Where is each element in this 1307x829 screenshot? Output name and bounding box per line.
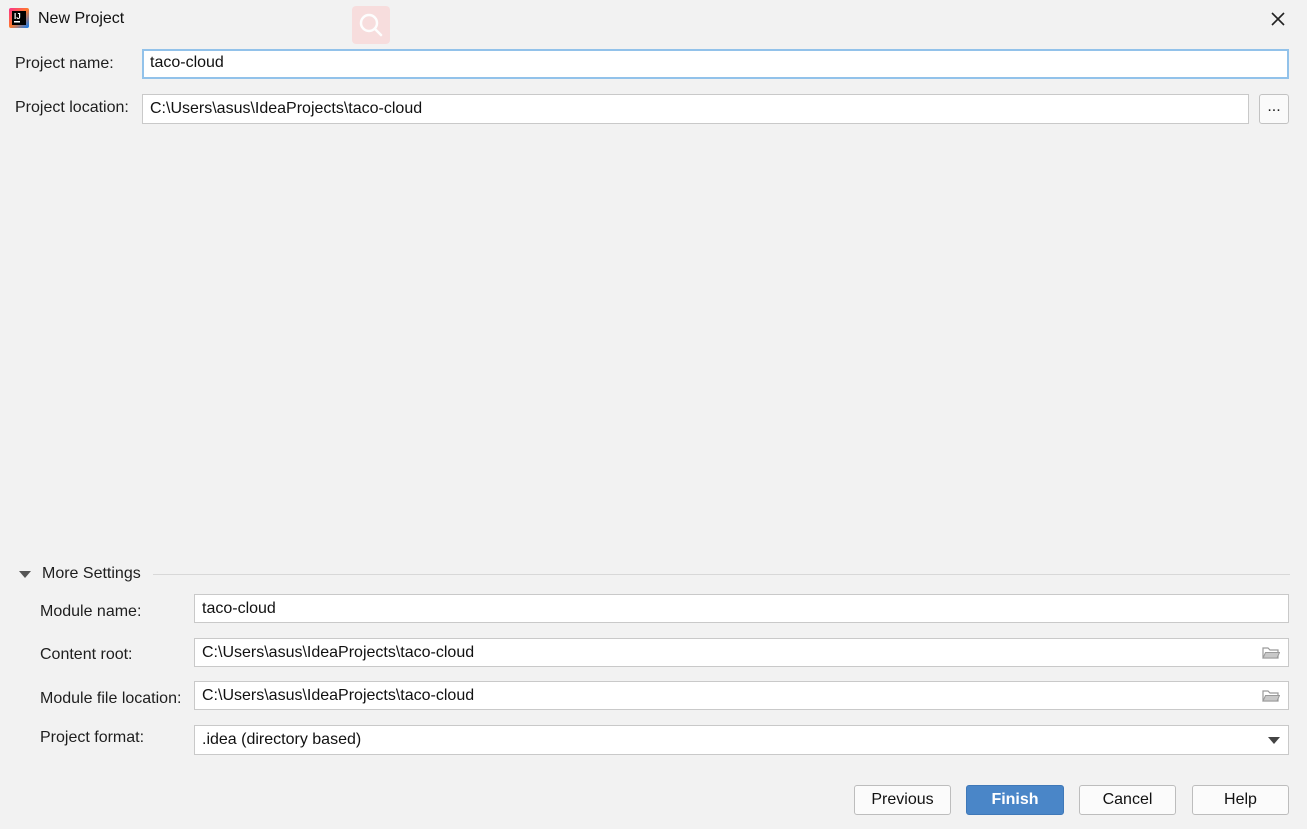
more-settings-header: More Settings [18,563,1290,585]
module-name-input[interactable]: taco-cloud [194,594,1289,623]
help-button[interactable]: Help [1192,785,1289,815]
separator-line [153,574,1290,575]
folder-icon[interactable] [1262,646,1280,660]
expand-arrow-icon [19,570,31,578]
more-settings-label: More Settings [42,565,141,582]
svg-text:IJ: IJ [14,12,21,21]
window-title: New Project [38,10,125,27]
intellij-idea-icon: IJ [9,8,29,28]
search-overlay-icon[interactable] [352,6,390,44]
previous-button[interactable]: Previous [854,785,951,815]
project-format-select[interactable]: .idea (directory based) [194,725,1289,755]
project-location-label: Project location: [15,99,129,116]
folder-icon[interactable] [1262,689,1280,703]
close-button[interactable] [1264,6,1292,32]
project-location-input[interactable]: C:\Users\asus\IdeaProjects\taco-cloud [142,94,1249,124]
cancel-button[interactable]: Cancel [1079,785,1176,815]
project-name-label: Project name: [15,55,114,72]
project-format-label: Project format: [40,729,145,746]
module-name-label: Module name: [40,603,142,620]
more-settings-toggle[interactable]: More Settings [18,563,141,585]
module-file-location-input[interactable]: C:\Users\asus\IdeaProjects\taco-cloud [194,681,1289,710]
content-root-value: C:\Users\asus\IdeaProjects\taco-cloud [202,644,475,661]
finish-button[interactable]: Finish [966,785,1064,815]
module-file-location-label: Module file location: [40,690,182,707]
dropdown-arrow-icon [1268,737,1280,744]
content-root-input[interactable]: C:\Users\asus\IdeaProjects\taco-cloud [194,638,1289,667]
project-format-value: .idea (directory based) [202,731,362,748]
close-icon [1271,12,1285,26]
content-root-label: Content root: [40,646,133,663]
title-bar: IJ New Project [0,0,1307,44]
module-file-location-value: C:\Users\asus\IdeaProjects\taco-cloud [202,687,475,704]
project-name-input[interactable]: taco-cloud [142,49,1289,79]
browse-location-button[interactable]: ... [1259,94,1289,124]
